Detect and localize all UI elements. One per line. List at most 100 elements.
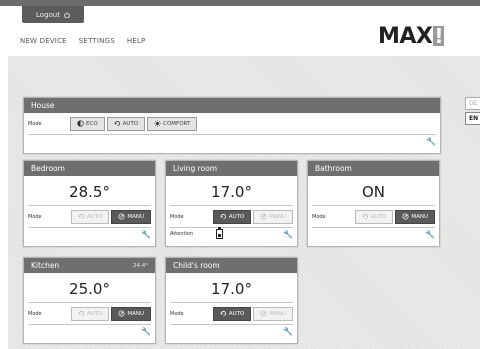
room-header: Child's room <box>166 258 297 273</box>
eco-button[interactable]: ECO <box>70 116 105 131</box>
room-footer: Attention 🔧 <box>166 227 297 242</box>
manual-icon <box>260 310 267 317</box>
comfort-icon <box>154 120 161 127</box>
eco-icon <box>77 120 84 127</box>
room-mode-buttons: AUTO MANU <box>354 209 435 224</box>
room-auto-button[interactable]: AUTO <box>70 306 110 321</box>
room-name: Bedroom <box>31 164 65 173</box>
room-auto-button[interactable]: AUTO <box>354 209 394 224</box>
room-manu-button[interactable]: MANU <box>253 306 293 321</box>
room-tile: Living room 17.0° Mode AUTO MANU Attenti… <box>165 160 298 247</box>
room-manu-button[interactable]: MANU <box>111 209 151 224</box>
manual-icon <box>402 213 409 220</box>
room-name: Child's room <box>173 261 220 270</box>
settings-wrench-icon[interactable]: 🔧 <box>141 230 151 239</box>
room-manu-button[interactable]: MANU <box>111 306 151 321</box>
house-panel-header: House <box>24 98 440 113</box>
attention-label: Attention <box>170 231 194 237</box>
auto-icon <box>78 213 84 220</box>
room-mode-row: Mode AUTO MANU <box>166 303 297 324</box>
room-auto-button[interactable]: AUTO <box>70 209 110 224</box>
room-setpoint[interactable]: 28.5° <box>24 183 155 205</box>
room-tile: Kitchen 24.4° 25.0° Mode AUTO MANU 🔧 <box>23 257 156 344</box>
auto-icon <box>362 213 368 220</box>
nav-help[interactable]: HELP <box>127 37 146 45</box>
language-en-button[interactable]: EN <box>465 112 480 125</box>
settings-wrench-icon[interactable]: 🔧 <box>283 230 293 239</box>
room-tile: Child's room 17.0° Mode AUTO MANU 🔧 <box>165 257 298 344</box>
auto-label: AUTO <box>122 120 139 127</box>
room-mode-row: Mode AUTO MANU <box>166 206 297 227</box>
room-mode-label: Mode <box>312 213 326 220</box>
room-setpoint[interactable]: ON <box>308 183 439 205</box>
settings-wrench-icon[interactable]: 🔧 <box>425 230 435 239</box>
room-header: Bedroom <box>24 161 155 176</box>
house-mode-row: Mode ECO AUTO COMFORT <box>24 113 440 134</box>
room-manu-label: MANU <box>127 213 144 220</box>
room-mode-buttons: AUTO MANU <box>70 306 151 321</box>
main-nav: NEW DEVICE SETTINGS HELP <box>20 37 145 45</box>
room-manu-label: MANU <box>269 213 286 220</box>
house-panel: House Mode ECO AUTO COMFORT 🔧 <box>23 97 441 154</box>
comfort-button[interactable]: COMFORT <box>147 116 198 131</box>
house-title: House <box>31 101 55 110</box>
room-auto-label: AUTO <box>370 213 387 220</box>
auto-icon <box>114 120 120 127</box>
room-mode-buttons: AUTO MANU <box>70 209 151 224</box>
room-auto-label: AUTO <box>228 213 245 220</box>
room-auto-button[interactable]: AUTO <box>212 306 252 321</box>
room-setpoint[interactable]: 17.0° <box>166 183 297 205</box>
house-mode-label: Mode <box>28 120 42 127</box>
eco-label: ECO <box>86 120 98 127</box>
settings-wrench-icon[interactable]: 🔧 <box>141 327 151 336</box>
room-manu-label: MANU <box>127 310 144 317</box>
room-tile: Bathroom ON Mode AUTO MANU 🔧 <box>307 160 440 247</box>
room-auto-label: AUTO <box>86 213 103 220</box>
auto-icon <box>220 310 226 317</box>
room-auto-label: AUTO <box>86 310 103 317</box>
language-de-button[interactable]: DE <box>465 97 480 110</box>
logout-label: Logout <box>36 10 60 19</box>
room-mode-row: Mode AUTO MANU <box>24 303 155 324</box>
room-mode-row: Mode AUTO MANU <box>24 206 155 227</box>
room-footer: 🔧 <box>308 228 439 242</box>
room-manu-button[interactable]: MANU <box>395 209 435 224</box>
room-current-temperature: 24.4° <box>133 262 148 269</box>
room-footer: 🔧 <box>166 325 297 339</box>
house-footer: 🔧 <box>24 135 440 149</box>
room-tile: Bedroom 28.5° Mode AUTO MANU 🔧 <box>23 160 156 247</box>
room-manu-button[interactable]: MANU <box>253 209 293 224</box>
settings-wrench-icon[interactable]: 🔧 <box>283 327 293 336</box>
manual-icon <box>118 310 125 317</box>
room-mode-label: Mode <box>170 213 184 220</box>
house-mode-buttons: ECO AUTO COMFORT <box>70 116 198 131</box>
room-mode-row: Mode AUTO MANU <box>308 206 439 227</box>
room-auto-label: AUTO <box>228 310 245 317</box>
logout-button[interactable]: Logout <box>22 6 84 23</box>
room-name: Living room <box>173 164 218 173</box>
room-name: Bathroom <box>315 164 352 173</box>
auto-icon <box>78 310 84 317</box>
manual-icon <box>118 213 125 220</box>
auto-button[interactable]: AUTO <box>106 116 146 131</box>
comfort-label: COMFORT <box>163 120 191 127</box>
power-icon <box>64 11 70 18</box>
room-setpoint[interactable]: 17.0° <box>166 280 297 302</box>
settings-wrench-icon[interactable]: 🔧 <box>426 137 436 146</box>
room-name: Kitchen <box>31 261 60 270</box>
manual-icon <box>260 213 267 220</box>
room-header: Living room <box>166 161 297 176</box>
room-mode-buttons: AUTO MANU <box>212 209 293 224</box>
max-logo: MAX! <box>378 24 445 49</box>
logo-bang: ! <box>433 24 445 48</box>
room-manu-label: MANU <box>411 213 428 220</box>
logo-text: MAX <box>378 24 433 49</box>
nav-settings[interactable]: SETTINGS <box>79 37 115 45</box>
room-footer: 🔧 <box>24 325 155 339</box>
room-manu-label: MANU <box>269 310 286 317</box>
room-header: Kitchen 24.4° <box>24 258 155 273</box>
room-setpoint[interactable]: 25.0° <box>24 280 155 302</box>
room-auto-button[interactable]: AUTO <box>212 209 252 224</box>
nav-new-device[interactable]: NEW DEVICE <box>20 37 67 45</box>
room-header: Bathroom <box>308 161 439 176</box>
